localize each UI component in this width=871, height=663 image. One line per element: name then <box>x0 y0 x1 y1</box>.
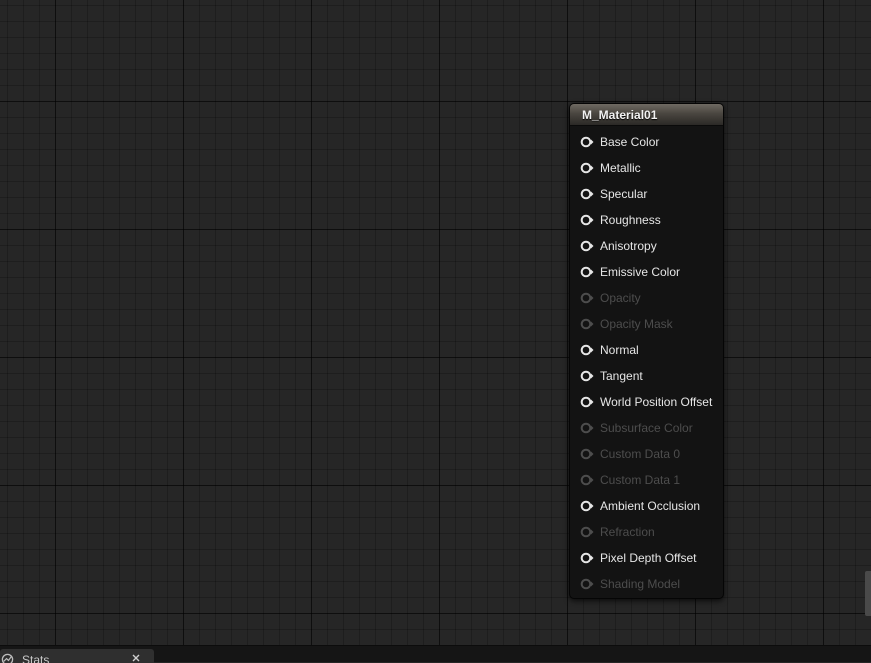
input-pin-icon[interactable] <box>580 291 594 305</box>
pin-refraction[interactable]: Refraction <box>570 519 723 545</box>
pin-label: Tangent <box>600 369 643 383</box>
input-pin-icon[interactable] <box>580 343 594 357</box>
node-header[interactable]: M_Material01 <box>570 104 723 126</box>
pin-label: Anisotropy <box>600 239 657 253</box>
pin-label: Subsurface Color <box>600 421 693 435</box>
material-output-node[interactable]: M_Material01 Base Color Metallic Specular R… <box>569 103 724 599</box>
pin-custom-data-0[interactable]: Custom Data 0 <box>570 441 723 467</box>
pin-label: Custom Data 0 <box>600 447 681 461</box>
input-pin-icon[interactable] <box>580 525 594 539</box>
pin-world-position-offset[interactable]: World Position Offset <box>570 389 723 415</box>
bottom-panel-bar: Stats <box>0 645 871 663</box>
pin-opacity[interactable]: Opacity <box>570 285 723 311</box>
pin-subsurface-color[interactable]: Subsurface Color <box>570 415 723 441</box>
input-pin-icon[interactable] <box>580 421 594 435</box>
pin-pixel-depth-offset[interactable]: Pixel Depth Offset <box>570 545 723 571</box>
pin-label: Emissive Color <box>600 265 681 279</box>
scrollbar-thumb[interactable] <box>865 571 871 616</box>
node-pin-list: Base Color Metallic Specular Roughness Aniso… <box>570 126 723 597</box>
input-pin-icon[interactable] <box>580 447 594 461</box>
pin-label: World Position Offset <box>600 395 713 409</box>
node-title: M_Material01 <box>582 107 658 122</box>
pin-custom-data-1[interactable]: Custom Data 1 <box>570 467 723 493</box>
input-pin-icon[interactable] <box>580 265 594 279</box>
pin-label: Metallic <box>600 161 641 175</box>
input-pin-icon[interactable] <box>580 239 594 253</box>
pin-metallic[interactable]: Metallic <box>570 155 723 181</box>
pin-label: Custom Data 1 <box>600 473 681 487</box>
input-pin-icon[interactable] <box>580 317 594 331</box>
pin-shading-model[interactable]: Shading Model <box>570 571 723 597</box>
input-pin-icon[interactable] <box>580 161 594 175</box>
pin-label: Opacity Mask <box>600 317 673 331</box>
pin-label: Roughness <box>600 213 661 227</box>
pin-label: Shading Model <box>600 577 681 591</box>
input-pin-icon[interactable] <box>580 395 594 409</box>
input-pin-icon[interactable] <box>580 473 594 487</box>
material-graph-canvas[interactable]: M_Material01 Base Color Metallic Specular R… <box>0 0 871 645</box>
pin-label: Refraction <box>600 525 655 539</box>
tab-stats[interactable]: Stats <box>0 649 154 663</box>
input-pin-icon[interactable] <box>580 551 594 565</box>
pin-label: Pixel Depth Offset <box>600 551 697 565</box>
pin-specular[interactable]: Specular <box>570 181 723 207</box>
pin-tangent[interactable]: Tangent <box>570 363 723 389</box>
pin-label: Normal <box>600 343 639 357</box>
input-pin-icon[interactable] <box>580 187 594 201</box>
pin-label: Opacity <box>600 291 641 305</box>
input-pin-icon[interactable] <box>580 213 594 227</box>
pin-label: Specular <box>600 187 648 201</box>
input-pin-icon[interactable] <box>580 577 594 591</box>
input-pin-icon[interactable] <box>580 135 594 149</box>
input-pin-icon[interactable] <box>580 499 594 513</box>
pin-emissive-color[interactable]: Emissive Color <box>570 259 723 285</box>
pin-ambient-occlusion[interactable]: Ambient Occlusion <box>570 493 723 519</box>
pin-opacity-mask[interactable]: Opacity Mask <box>570 311 723 337</box>
pin-label: Ambient Occlusion <box>600 499 701 513</box>
pin-label: Base Color <box>600 135 660 149</box>
input-pin-icon[interactable] <box>580 369 594 383</box>
pin-normal[interactable]: Normal <box>570 337 723 363</box>
pin-roughness[interactable]: Roughness <box>570 207 723 233</box>
pin-base-color[interactable]: Base Color <box>570 129 723 155</box>
pin-anisotropy[interactable]: Anisotropy <box>570 233 723 259</box>
